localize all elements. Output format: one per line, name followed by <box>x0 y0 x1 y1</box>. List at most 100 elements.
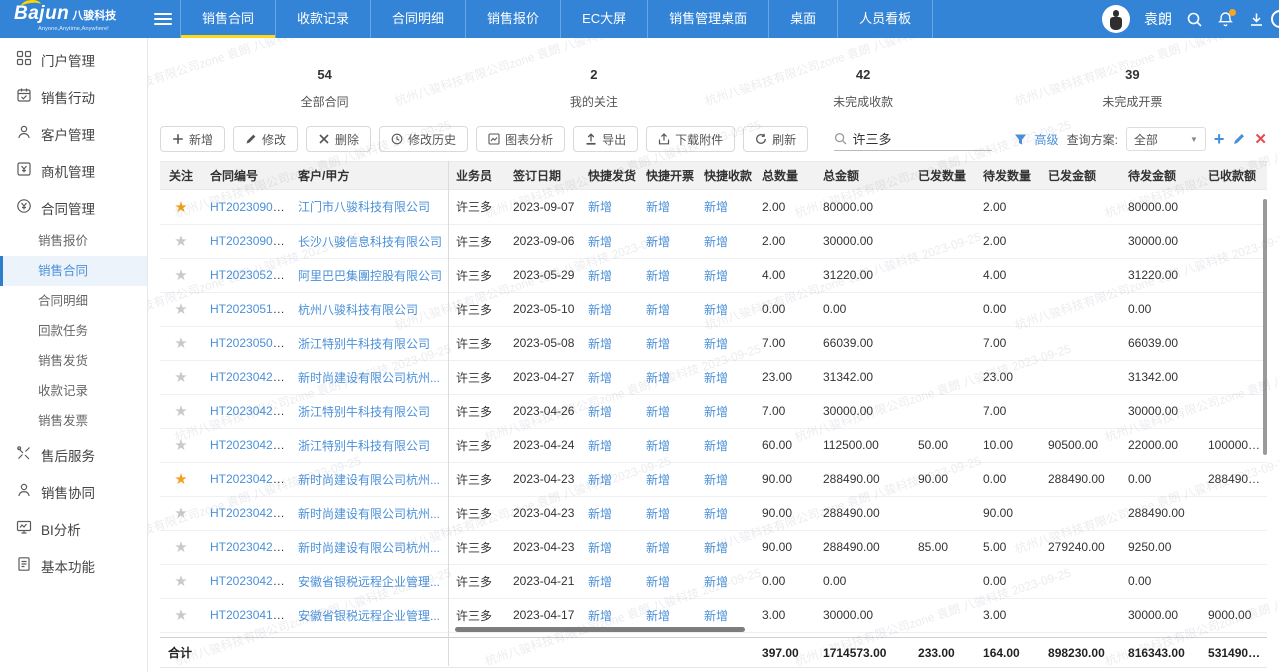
quick-invoice-link[interactable]: 新增 <box>646 235 670 249</box>
quick-invoice-link[interactable]: 新增 <box>646 337 670 351</box>
avatar[interactable] <box>1102 5 1130 33</box>
star-outline-icon[interactable]: ★ <box>174 607 187 624</box>
新增-button[interactable]: 新增 <box>160 126 225 152</box>
quick-ship-link[interactable]: 新增 <box>588 337 612 351</box>
contract-code-link[interactable]: HT2023042302 <box>210 506 290 520</box>
customer-link[interactable]: 浙江特别牛科技有限公司 <box>298 337 430 351</box>
star-outline-icon[interactable]: ★ <box>174 539 187 556</box>
column-header[interactable]: 合同编号 <box>202 162 290 190</box>
sidebar-subitem[interactable]: 回款任务 <box>0 316 147 346</box>
contract-code-link[interactable]: HT2023051002 <box>210 302 290 316</box>
contract-code-link[interactable]: HT2023052901 <box>210 268 290 282</box>
add-scheme-button[interactable]: + <box>1214 130 1225 148</box>
top-tab[interactable]: 桌面 <box>769 0 838 38</box>
star-outline-icon[interactable]: ★ <box>174 267 187 284</box>
contract-code-link[interactable]: HT2023042601 <box>210 404 290 418</box>
customer-link[interactable]: 新时尚建设有限公司杭州... <box>298 507 440 521</box>
quick-ship-link[interactable]: 新增 <box>588 371 612 385</box>
sidebar-item[interactable]: 合同管理 <box>0 189 147 226</box>
column-header[interactable]: 业务员 <box>448 162 505 190</box>
sidebar-item[interactable]: BI分析 <box>0 510 147 547</box>
sidebar-item[interactable]: 商机管理 <box>0 152 147 189</box>
quick-receipt-link[interactable]: 新增 <box>704 473 728 487</box>
column-header[interactable]: 已发数量 <box>910 162 975 190</box>
quick-ship-link[interactable]: 新增 <box>588 235 612 249</box>
quick-invoice-link[interactable]: 新增 <box>646 541 670 555</box>
stat-block[interactable]: 39未完成开票 <box>998 55 1267 115</box>
star-filled-icon[interactable]: ★ <box>174 199 187 216</box>
customer-link[interactable]: 江门市八骏科技有限公司 <box>298 200 430 214</box>
quick-receipt-link[interactable]: 新增 <box>704 337 728 351</box>
contract-code-link[interactable]: HT2023042303 <box>210 540 290 554</box>
column-header[interactable]: 总金额 <box>815 162 910 190</box>
quick-receipt-link[interactable]: 新增 <box>704 405 728 419</box>
notifications-bell-icon[interactable] <box>1217 11 1234 28</box>
quick-ship-link[interactable]: 新增 <box>588 303 612 317</box>
sidebar-item[interactable]: 销售协同 <box>0 473 147 510</box>
quick-ship-link[interactable]: 新增 <box>588 405 612 419</box>
edit-scheme-button[interactable] <box>1232 132 1246 146</box>
quick-receipt-link[interactable]: 新增 <box>704 303 728 317</box>
quick-ship-link[interactable]: 新增 <box>588 269 612 283</box>
star-outline-icon[interactable]: ★ <box>174 403 187 420</box>
quick-receipt-link[interactable]: 新增 <box>704 541 728 555</box>
contract-code-link[interactable]: HT2023042401 <box>210 438 290 452</box>
customer-link[interactable]: 浙江特别牛科技有限公司 <box>298 405 430 419</box>
sidebar-subitem[interactable]: 销售发票 <box>0 406 147 436</box>
search-icon[interactable] <box>1186 11 1203 28</box>
sidebar-item[interactable]: 门户管理 <box>0 41 147 78</box>
advanced-search-link[interactable]: 高级 <box>1035 131 1059 148</box>
quick-ship-link[interactable]: 新增 <box>588 473 612 487</box>
download-icon[interactable] <box>1248 11 1265 28</box>
column-header[interactable]: 已发金额 <box>1040 162 1120 190</box>
contract-code-link[interactable]: HT2023090701 <box>210 200 290 214</box>
刷新-button[interactable]: 刷新 <box>743 126 808 152</box>
删除-button[interactable]: 删除 <box>306 126 371 152</box>
horizontal-scrollbar[interactable] <box>455 627 745 632</box>
star-outline-icon[interactable]: ★ <box>174 573 187 590</box>
stat-block[interactable]: 2我的关注 <box>459 55 728 115</box>
column-header[interactable]: 待发金额 <box>1120 162 1200 190</box>
search-input[interactable] <box>853 131 979 146</box>
column-header[interactable]: 总数量 <box>754 162 815 190</box>
quick-invoice-link[interactable]: 新增 <box>646 507 670 521</box>
top-tab[interactable]: 人员看板 <box>838 0 933 38</box>
quick-invoice-link[interactable]: 新增 <box>646 439 670 453</box>
quick-invoice-link[interactable]: 新增 <box>646 269 670 283</box>
图表分析-button[interactable]: 图表分析 <box>476 126 565 152</box>
column-header[interactable]: 快捷收款 <box>696 162 754 190</box>
sidebar-subitem[interactable]: 销售合同 <box>0 256 147 286</box>
stat-block[interactable]: 54全部合同 <box>190 55 459 115</box>
quick-ship-link[interactable]: 新增 <box>588 575 612 589</box>
star-outline-icon[interactable]: ★ <box>174 335 187 352</box>
star-outline-icon[interactable]: ★ <box>174 233 187 250</box>
customer-link[interactable]: 杭州八骏科技有限公司 <box>298 303 418 317</box>
quick-receipt-link[interactable]: 新增 <box>704 507 728 521</box>
top-tab[interactable]: 销售合同 <box>181 0 276 38</box>
top-tab[interactable]: 销售报价 <box>466 0 561 38</box>
修改-button[interactable]: 修改 <box>233 126 298 152</box>
star-outline-icon[interactable]: ★ <box>174 505 187 522</box>
star-outline-icon[interactable]: ★ <box>174 301 187 318</box>
contract-code-link[interactable]: HT2023050801 <box>210 336 290 350</box>
vertical-scrollbar[interactable] <box>1263 199 1267 455</box>
quick-receipt-link[interactable]: 新增 <box>704 439 728 453</box>
quick-receipt-link[interactable]: 新增 <box>704 269 728 283</box>
contract-code-link[interactable]: HT2023042701 <box>210 370 290 384</box>
quick-invoice-link[interactable]: 新增 <box>646 575 670 589</box>
quick-invoice-link[interactable]: 新增 <box>646 371 670 385</box>
quick-receipt-link[interactable]: 新增 <box>704 235 728 249</box>
quick-receipt-link[interactable]: 新增 <box>704 575 728 589</box>
column-header[interactable]: 已收款额 <box>1200 162 1267 190</box>
sidebar-subitem[interactable]: 收款记录 <box>0 376 147 406</box>
column-header[interactable]: 客户/甲方 <box>290 162 448 190</box>
sidebar-item[interactable]: 销售行动 <box>0 78 147 115</box>
top-tab[interactable]: 销售管理桌面 <box>648 0 769 38</box>
sidebar-item[interactable]: 基本功能 <box>0 547 147 584</box>
customer-link[interactable]: 新时尚建设有限公司杭州... <box>298 541 440 555</box>
contract-code-link[interactable]: HT2023042301 <box>210 472 290 486</box>
star-outline-icon[interactable]: ★ <box>174 437 187 454</box>
column-header[interactable]: 快捷开票 <box>638 162 696 190</box>
top-tab[interactable]: 合同明细 <box>371 0 466 38</box>
quick-receipt-link[interactable]: 新增 <box>704 609 728 623</box>
